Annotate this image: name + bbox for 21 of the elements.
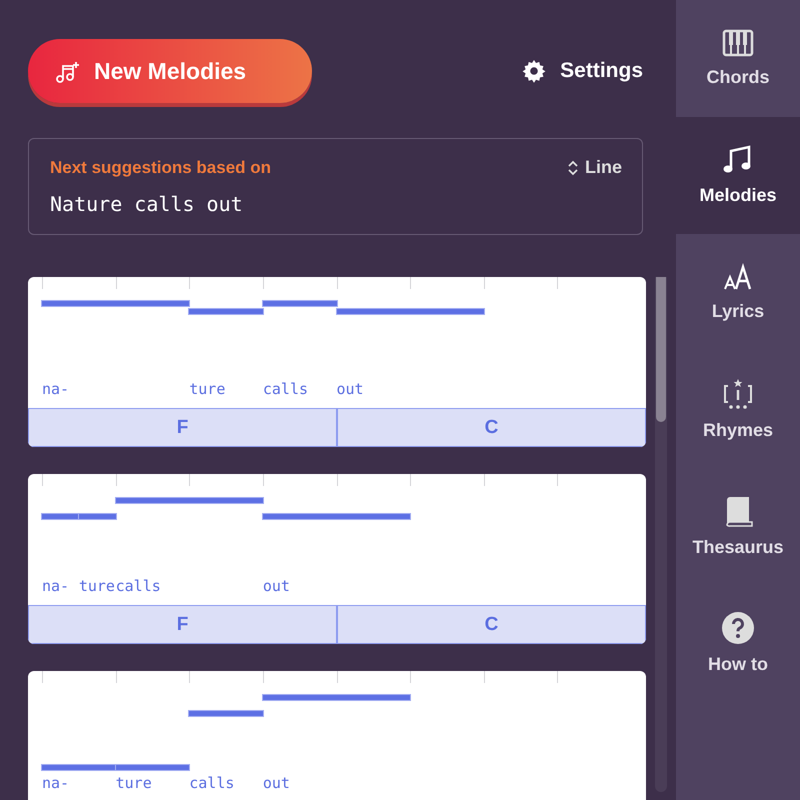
melody-card[interactable]: na- turecalls out F C [28,474,646,644]
sidebar-tab[interactable]: Melodies [676,117,800,234]
suggestion-label: Next suggestions based on [50,158,272,178]
settings-icon [522,59,546,83]
new-melodies-button[interactable]: New Melodies [28,39,312,103]
chord-cell: F [28,408,336,447]
chord-cell: C [336,408,646,447]
line-mode-button[interactable]: Line [566,157,622,178]
chord-cell: C [336,605,646,644]
font-size-icon [723,263,753,291]
bracket-star-icon [722,378,754,410]
lyric-line: Nature calls out [50,192,244,216]
settings-button[interactable]: Settings [522,59,643,83]
help-icon [722,612,754,644]
piano-icon [722,29,754,57]
up-down-icon [566,160,579,176]
melody-card[interactable]: na- ture calls out [28,671,646,800]
scrollbar[interactable] [655,277,667,792]
scrollbar-thumb[interactable] [656,277,666,422]
melody-card[interactable]: na- ture calls out F C [28,277,646,447]
chord-cell: F [28,605,336,644]
